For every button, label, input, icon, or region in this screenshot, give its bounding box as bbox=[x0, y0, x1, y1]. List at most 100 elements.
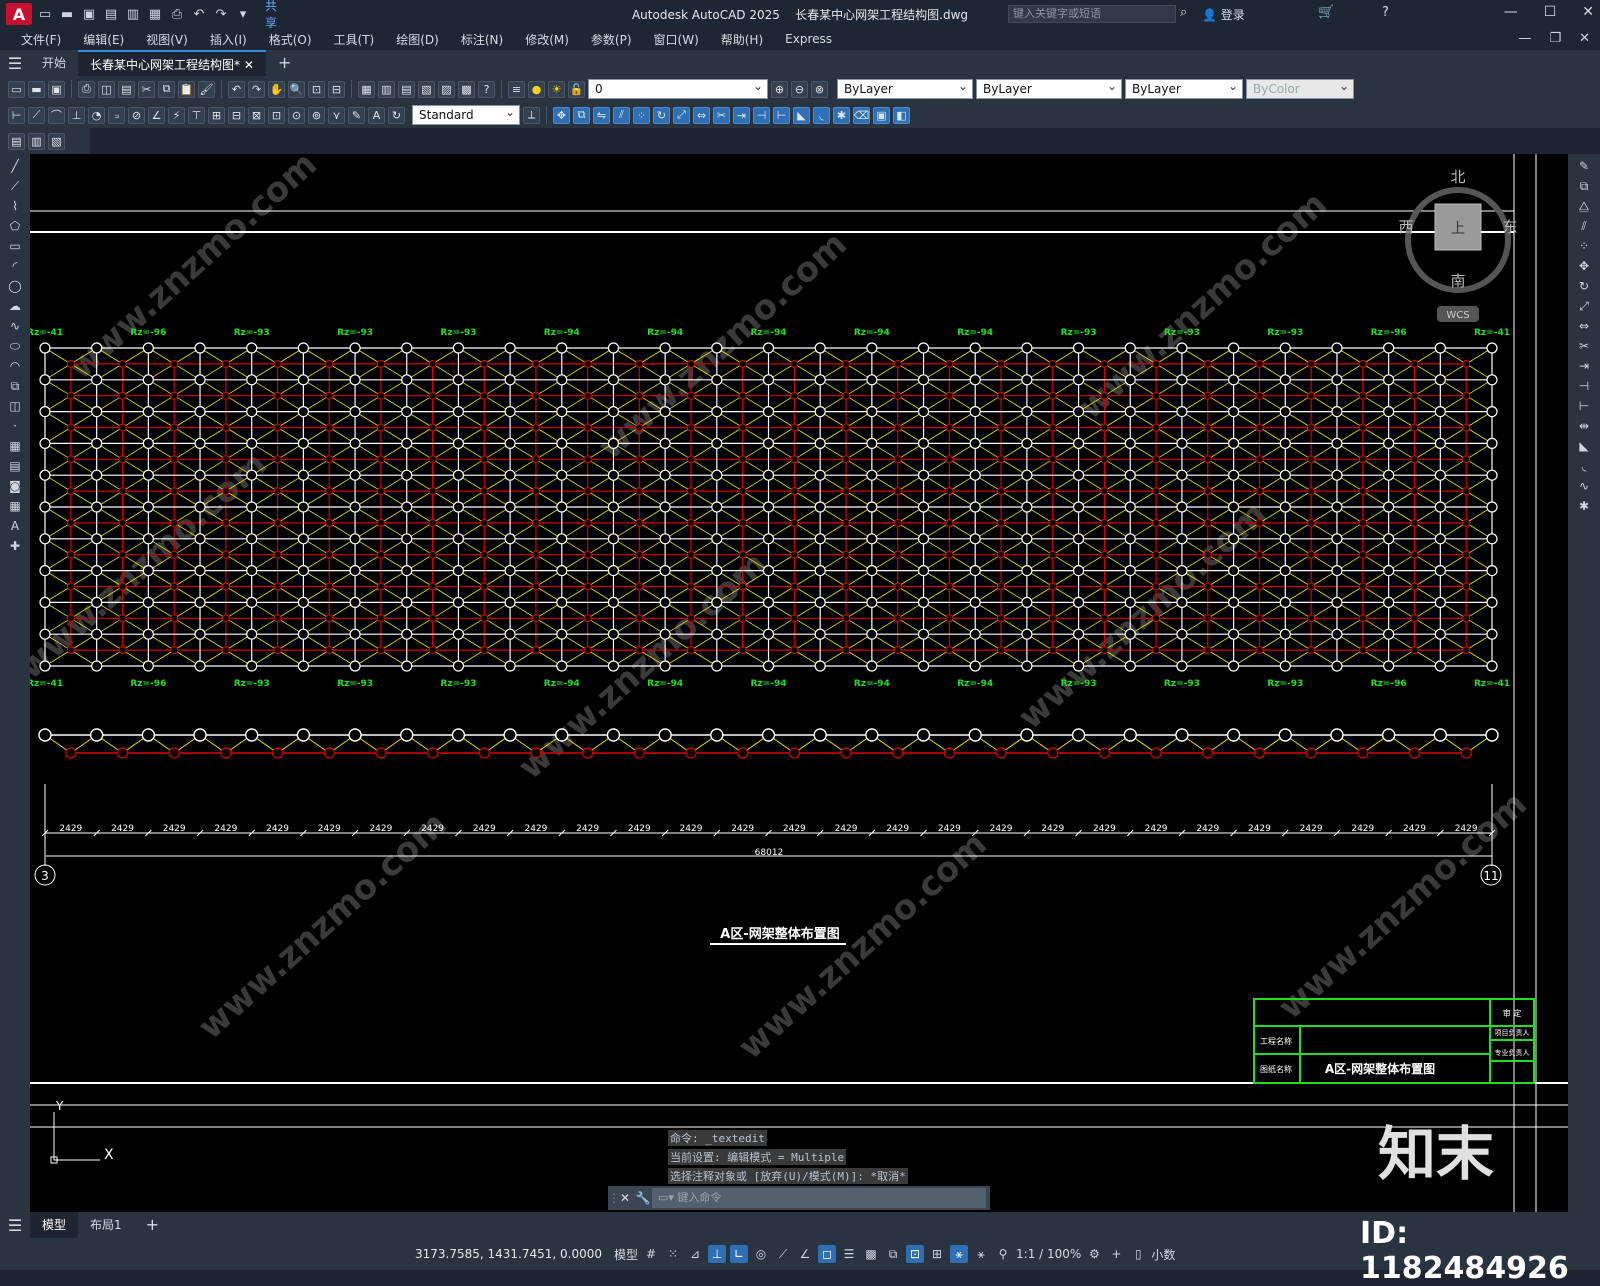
lineweight-icon[interactable]: ☰ bbox=[840, 1245, 858, 1263]
extend-icon[interactable]: ⇥ bbox=[1576, 358, 1592, 374]
extend-icon[interactable]: ⇥ bbox=[733, 106, 750, 124]
rotate-icon[interactable]: ↻ bbox=[1576, 278, 1592, 294]
insert-block-icon[interactable]: ⧉ bbox=[7, 378, 23, 394]
break-point-icon[interactable]: ⊢ bbox=[1576, 398, 1592, 414]
chamfer-icon[interactable]: ◣ bbox=[1576, 438, 1592, 454]
dynamic-ucs-icon[interactable]: ⊞ bbox=[928, 1245, 946, 1263]
scale-icon[interactable]: ⤢ bbox=[1576, 298, 1592, 314]
stretch-icon[interactable]: ⇔ bbox=[1576, 318, 1592, 334]
help-icon[interactable]: ? bbox=[478, 80, 495, 98]
calculator-icon[interactable]: ▩ bbox=[458, 80, 475, 98]
layer-previous-icon[interactable]: ⊖ bbox=[791, 80, 808, 98]
layer-dropdown[interactable]: 0 bbox=[588, 77, 768, 99]
tab-start[interactable]: 开始 bbox=[30, 50, 78, 76]
move-icon[interactable]: ✥ bbox=[1576, 258, 1592, 274]
publish-icon[interactable]: ▤ bbox=[118, 80, 135, 98]
offset-icon[interactable]: ⫽ bbox=[1576, 218, 1592, 234]
plot-icon[interactable]: ⎙ bbox=[78, 80, 95, 98]
scale-icon[interactable]: ⤢ bbox=[673, 106, 690, 124]
undo-icon[interactable]: ↶ bbox=[190, 7, 208, 22]
block-icon[interactable]: ◧ bbox=[893, 106, 910, 124]
rectangle-icon[interactable]: ▭ bbox=[7, 238, 23, 254]
menu-format[interactable]: 格式(O) bbox=[258, 31, 323, 48]
polygon-icon[interactable]: ⬠ bbox=[7, 218, 23, 234]
center-mark-icon[interactable]: ⊙ bbox=[288, 106, 305, 124]
menu-draw[interactable]: 绘图(D) bbox=[385, 31, 450, 48]
linear-dim-icon[interactable]: ⊢ bbox=[8, 106, 25, 124]
add-icon[interactable]: + bbox=[1107, 1245, 1125, 1263]
ordinate-icon[interactable]: ⊥ bbox=[68, 106, 85, 124]
lock-icon[interactable]: 🔓 bbox=[568, 80, 585, 98]
fillet-icon[interactable]: ◟ bbox=[813, 106, 830, 124]
maximize-icon[interactable]: ☐ bbox=[1544, 4, 1557, 20]
menu-help[interactable]: 帮助(H) bbox=[710, 31, 774, 48]
doc-minimize-icon[interactable]: — bbox=[1518, 31, 1531, 46]
doc-close-icon[interactable]: ✕ bbox=[1579, 31, 1590, 46]
coordinates-readout[interactable]: 3173.7585, 1431.7451, 0.0000 bbox=[415, 1247, 602, 1261]
web-save-icon[interactable]: ▦ bbox=[146, 7, 164, 22]
menu-dimension[interactable]: 标注(N) bbox=[450, 31, 514, 48]
spline-icon[interactable]: ∿ bbox=[7, 318, 23, 334]
radius-icon[interactable]: ◔ bbox=[88, 106, 105, 124]
make-current-icon[interactable]: ⊕ bbox=[771, 80, 788, 98]
designcenter-icon[interactable]: ▥ bbox=[378, 80, 395, 98]
annotation-visibility-icon[interactable]: ⚹ bbox=[950, 1245, 969, 1263]
cut-icon[interactable]: ✂ bbox=[138, 80, 155, 98]
copy-icon[interactable]: ⧉ bbox=[158, 80, 175, 98]
snap-icon[interactable]: ⁙ bbox=[664, 1245, 682, 1263]
update-icon[interactable]: ↻ bbox=[388, 106, 405, 124]
undo-icon[interactable]: ↶ bbox=[228, 80, 245, 98]
menu-window[interactable]: 窗口(W) bbox=[643, 31, 710, 48]
viewcube-top[interactable]: 上 bbox=[1451, 221, 1465, 237]
transparency-icon[interactable]: ▩ bbox=[862, 1245, 880, 1263]
pan-icon[interactable]: ✋ bbox=[268, 80, 285, 98]
blend-icon[interactable]: ∿ bbox=[1576, 478, 1592, 494]
drawing-svg[interactable]: www.znzmo.com www.znzmo.com www.znzmo.com w… bbox=[11, 144, 1568, 1212]
erase-icon[interactable]: ⌫ bbox=[853, 106, 870, 124]
mirror-icon[interactable]: ⧋ bbox=[1576, 198, 1592, 214]
minimize-icon[interactable]: — bbox=[1504, 4, 1518, 20]
toolpalette-icon[interactable]: ▤ bbox=[398, 80, 415, 98]
color-dropdown[interactable]: ByLayer bbox=[837, 77, 973, 99]
xline-icon[interactable]: ⟋ bbox=[7, 178, 23, 194]
menu-modify[interactable]: 修改(M) bbox=[514, 31, 580, 48]
edit-text-icon[interactable]: A bbox=[368, 106, 385, 124]
render-icon[interactable]: ▧ bbox=[48, 132, 65, 150]
close-icon[interactable]: ✕ bbox=[1582, 4, 1594, 20]
tab-close-icon[interactable]: ✕ bbox=[244, 58, 254, 72]
region-icon[interactable]: ◙ bbox=[7, 478, 23, 494]
arc-length-icon[interactable]: ⌒ bbox=[48, 106, 65, 124]
new-icon[interactable]: ▭ bbox=[8, 80, 25, 98]
open-icon[interactable]: ▬ bbox=[28, 80, 45, 98]
layout-menu-icon[interactable]: ☰ bbox=[0, 1216, 30, 1235]
3d-osnap-icon[interactable]: ⊡ bbox=[906, 1245, 925, 1263]
group-icon[interactable]: ▣ bbox=[873, 106, 890, 124]
doc-restore-icon[interactable]: ❐ bbox=[1549, 31, 1561, 46]
grid-icon[interactable]: # bbox=[642, 1245, 660, 1263]
grip-icon[interactable]: ⋮ bbox=[608, 1191, 620, 1205]
join-icon[interactable]: ⊢ bbox=[773, 106, 790, 124]
mirror-icon[interactable]: ⇋ bbox=[593, 106, 610, 124]
close-icon[interactable]: ✕ bbox=[616, 1191, 634, 1205]
save-icon[interactable]: ▣ bbox=[48, 80, 65, 98]
trim-icon[interactable]: ✂ bbox=[1576, 338, 1592, 354]
menu-parametric[interactable]: 参数(P) bbox=[580, 31, 643, 48]
infer-icon[interactable]: ⊿ bbox=[686, 1245, 704, 1263]
array-icon[interactable]: ⁘ bbox=[1576, 238, 1592, 254]
tab-add-layout[interactable]: + bbox=[134, 1212, 171, 1238]
preview-icon[interactable]: ◫ bbox=[98, 80, 115, 98]
model-canvas[interactable]: www.znzmo.com www.znzmo.com www.znzmo.com w… bbox=[11, 144, 1568, 1212]
tab-layout1[interactable]: 布局1 bbox=[78, 1212, 134, 1238]
sheetset-icon[interactable]: ▧ bbox=[418, 80, 435, 98]
zoom-previous-icon[interactable]: ⊟ bbox=[328, 80, 345, 98]
revcloud-icon[interactable]: ☁ bbox=[7, 298, 23, 314]
viewport-icon[interactable]: ▥ bbox=[28, 132, 45, 150]
dropdown-icon[interactable]: ▾ bbox=[234, 7, 252, 22]
save-icon[interactable]: ▣ bbox=[80, 7, 98, 22]
make-block-icon[interactable]: ◫ bbox=[7, 398, 23, 414]
open-icon[interactable]: ▬ bbox=[58, 7, 76, 22]
dimstyle-icon[interactable]: ⟂ bbox=[523, 106, 540, 124]
lineweight-dropdown[interactable]: ByLayer bbox=[1125, 77, 1243, 99]
autocad-logo-icon[interactable]: A bbox=[6, 3, 32, 25]
break-icon[interactable]: ⊣ bbox=[1576, 378, 1592, 394]
